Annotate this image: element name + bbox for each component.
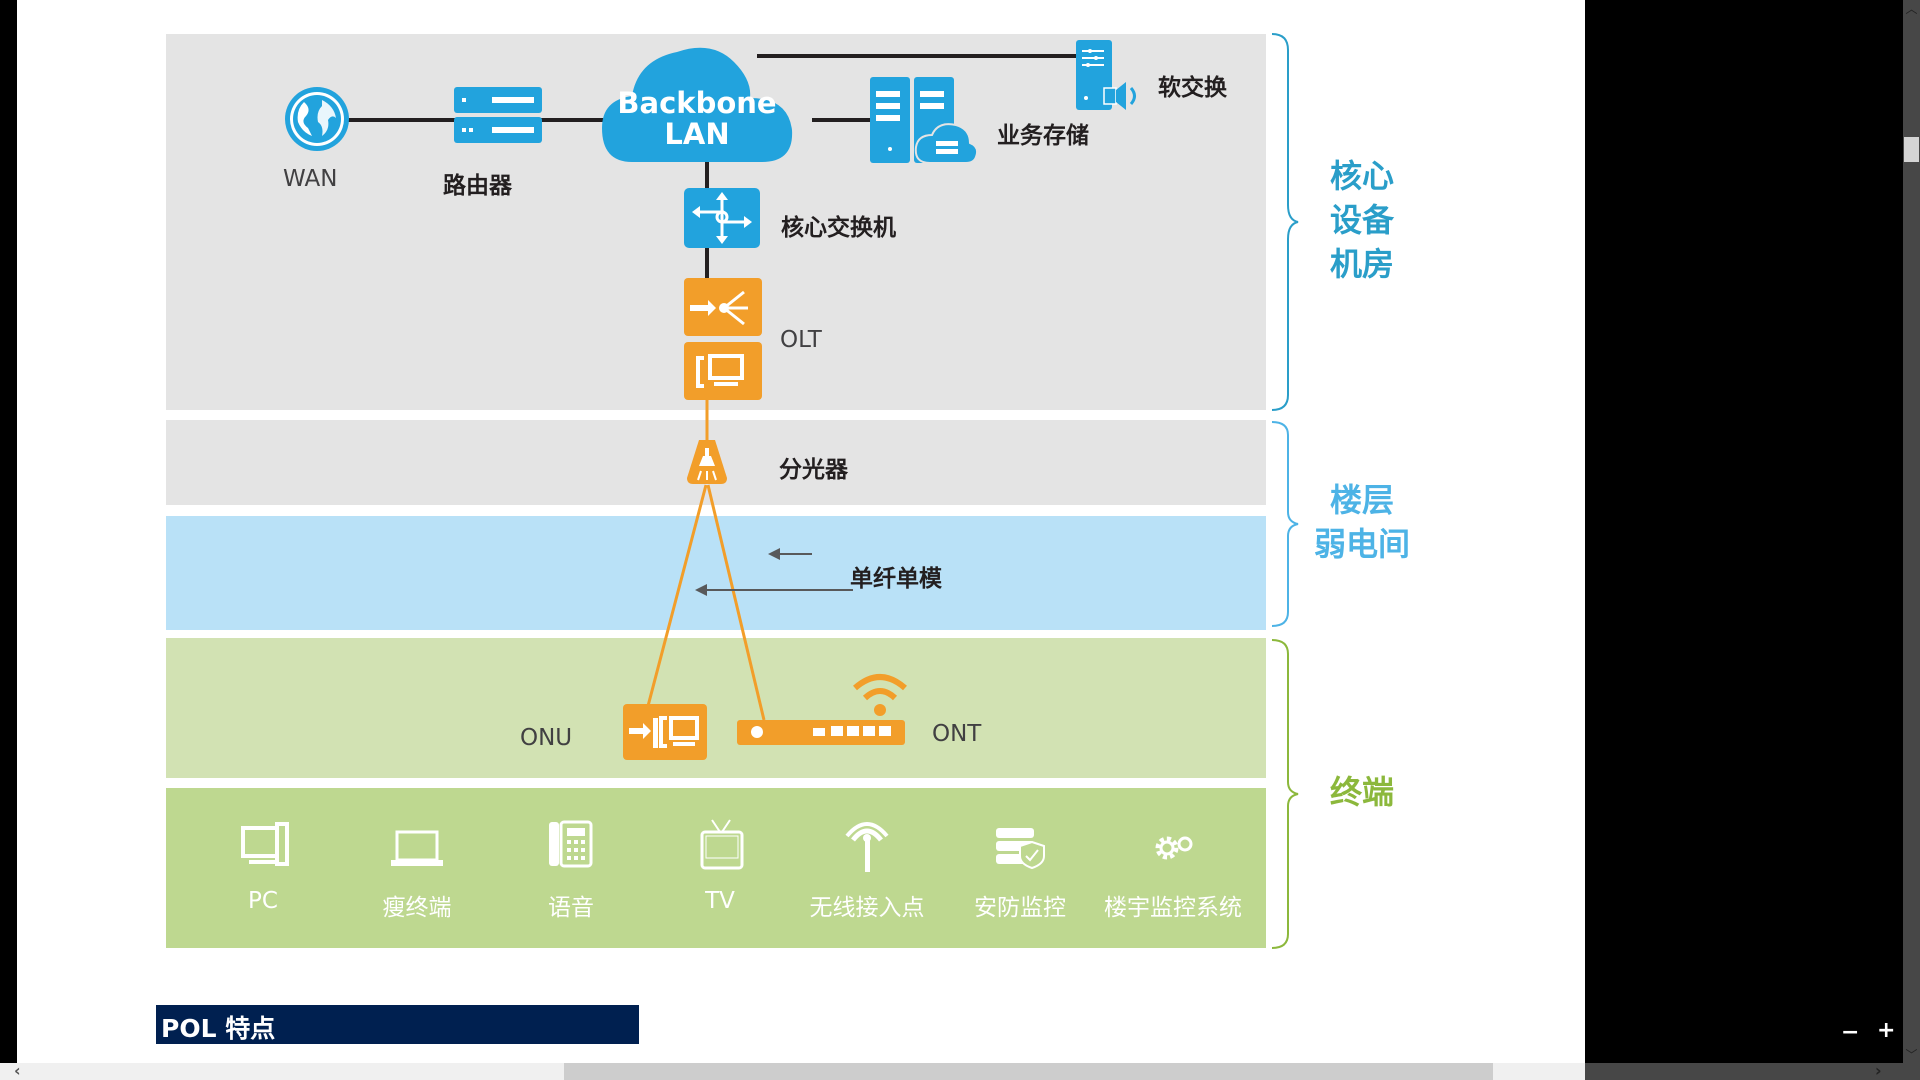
device-pc: PC <box>193 818 333 918</box>
softswitch-label: 软交换 <box>1158 75 1227 101</box>
device-thin-client: 瘦终端 <box>347 818 487 921</box>
device-label: 语音 <box>548 895 594 921</box>
device-building-control: 楼宇监控系统 <box>1103 818 1243 921</box>
scrollbar-corner <box>1903 1063 1920 1080</box>
splitter-onu-fiber <box>646 484 708 707</box>
viewer-background: − + <box>1585 0 1903 1063</box>
device-label: 瘦终端 <box>382 895 452 921</box>
section-label-terminal: 终端 <box>1329 773 1394 811</box>
document-page: WAN 路由器 Backbone LAN 业务存储 软交换 核心交换机 OLT … <box>17 0 1585 1063</box>
wireless-ap-icon <box>845 822 889 872</box>
scroll-up-arrow[interactable]: ︿ <box>1903 0 1920 17</box>
backbone-label-line2: LAN <box>664 117 730 151</box>
security-monitor-icon <box>996 828 1045 870</box>
fiber-arrow-short-head <box>768 548 780 560</box>
tv-icon <box>700 819 744 870</box>
device-wireless-ap: 无线接入点 <box>797 818 937 921</box>
phone-icon <box>549 820 593 868</box>
ont-label: ONT <box>932 721 982 747</box>
section-header-pol: POL 特点 <box>156 1005 639 1044</box>
fiber-label: 单纤单模 <box>850 566 942 592</box>
pc-icon <box>241 822 289 866</box>
softswitch-icon <box>1076 40 1136 110</box>
device-label: TV <box>705 888 735 914</box>
globe-icon <box>285 87 349 151</box>
ont-icon <box>737 674 907 745</box>
device-security-monitor: 安防监控 <box>950 818 1090 921</box>
horizontal-track-dark <box>1585 1063 1903 1080</box>
router-icon <box>454 87 542 143</box>
olt-icon <box>684 278 762 400</box>
scroll-right-arrow[interactable]: › <box>1875 1061 1882 1080</box>
horizontal-scrollbar[interactable]: ‹ › <box>0 1061 1903 1080</box>
onu-label: ONU <box>520 725 573 751</box>
horizontal-scroll-thumb[interactable] <box>564 1063 1493 1080</box>
core-switch-icon <box>684 188 760 248</box>
splitter-icon <box>687 440 727 484</box>
vertical-scroll-thumb[interactable] <box>1904 137 1919 162</box>
section-braces <box>1271 33 1299 949</box>
backbone-label: Backbone LAN <box>602 88 792 150</box>
olt-label: OLT <box>780 327 822 353</box>
onu-icon <box>623 704 707 760</box>
scroll-left-arrow[interactable]: ‹ <box>14 1061 21 1080</box>
device-label: 安防监控 <box>974 895 1066 921</box>
splitter-label: 分光器 <box>779 457 848 483</box>
section-label-floor: 楼层 弱电间 <box>1313 481 1410 563</box>
storage-server-icon <box>870 77 979 164</box>
device-label: 无线接入点 <box>809 895 925 921</box>
device-tv: TV <box>650 818 790 918</box>
router-label: 路由器 <box>443 173 512 199</box>
device-voice: 语音 <box>501 818 641 921</box>
fiber-arrow-long-head <box>695 584 707 596</box>
brace-floor <box>1271 421 1299 627</box>
building-control-icon <box>1155 836 1193 860</box>
zoom-out-button[interactable]: − <box>1841 1020 1859 1045</box>
zoom-in-button[interactable]: + <box>1877 1018 1895 1043</box>
scroll-down-arrow[interactable]: ﹀ <box>1903 1046 1920 1063</box>
section-label-core: 核心 设备 机房 <box>1329 157 1394 283</box>
wan-label: WAN <box>283 166 338 192</box>
device-label: PC <box>248 888 278 914</box>
vertical-scrollbar[interactable]: ︿ ﹀ <box>1903 0 1920 1063</box>
storage-label: 业务存储 <box>997 123 1089 149</box>
core-switch-label: 核心交换机 <box>781 215 896 241</box>
backbone-label-line1: Backbone <box>617 86 777 120</box>
brace-core <box>1271 33 1299 411</box>
thin-client-icon <box>391 830 443 866</box>
device-label: 楼宇监控系统 <box>1104 895 1242 921</box>
brace-terminal <box>1271 639 1299 949</box>
section-header-title: POL 特点 <box>161 1014 276 1043</box>
